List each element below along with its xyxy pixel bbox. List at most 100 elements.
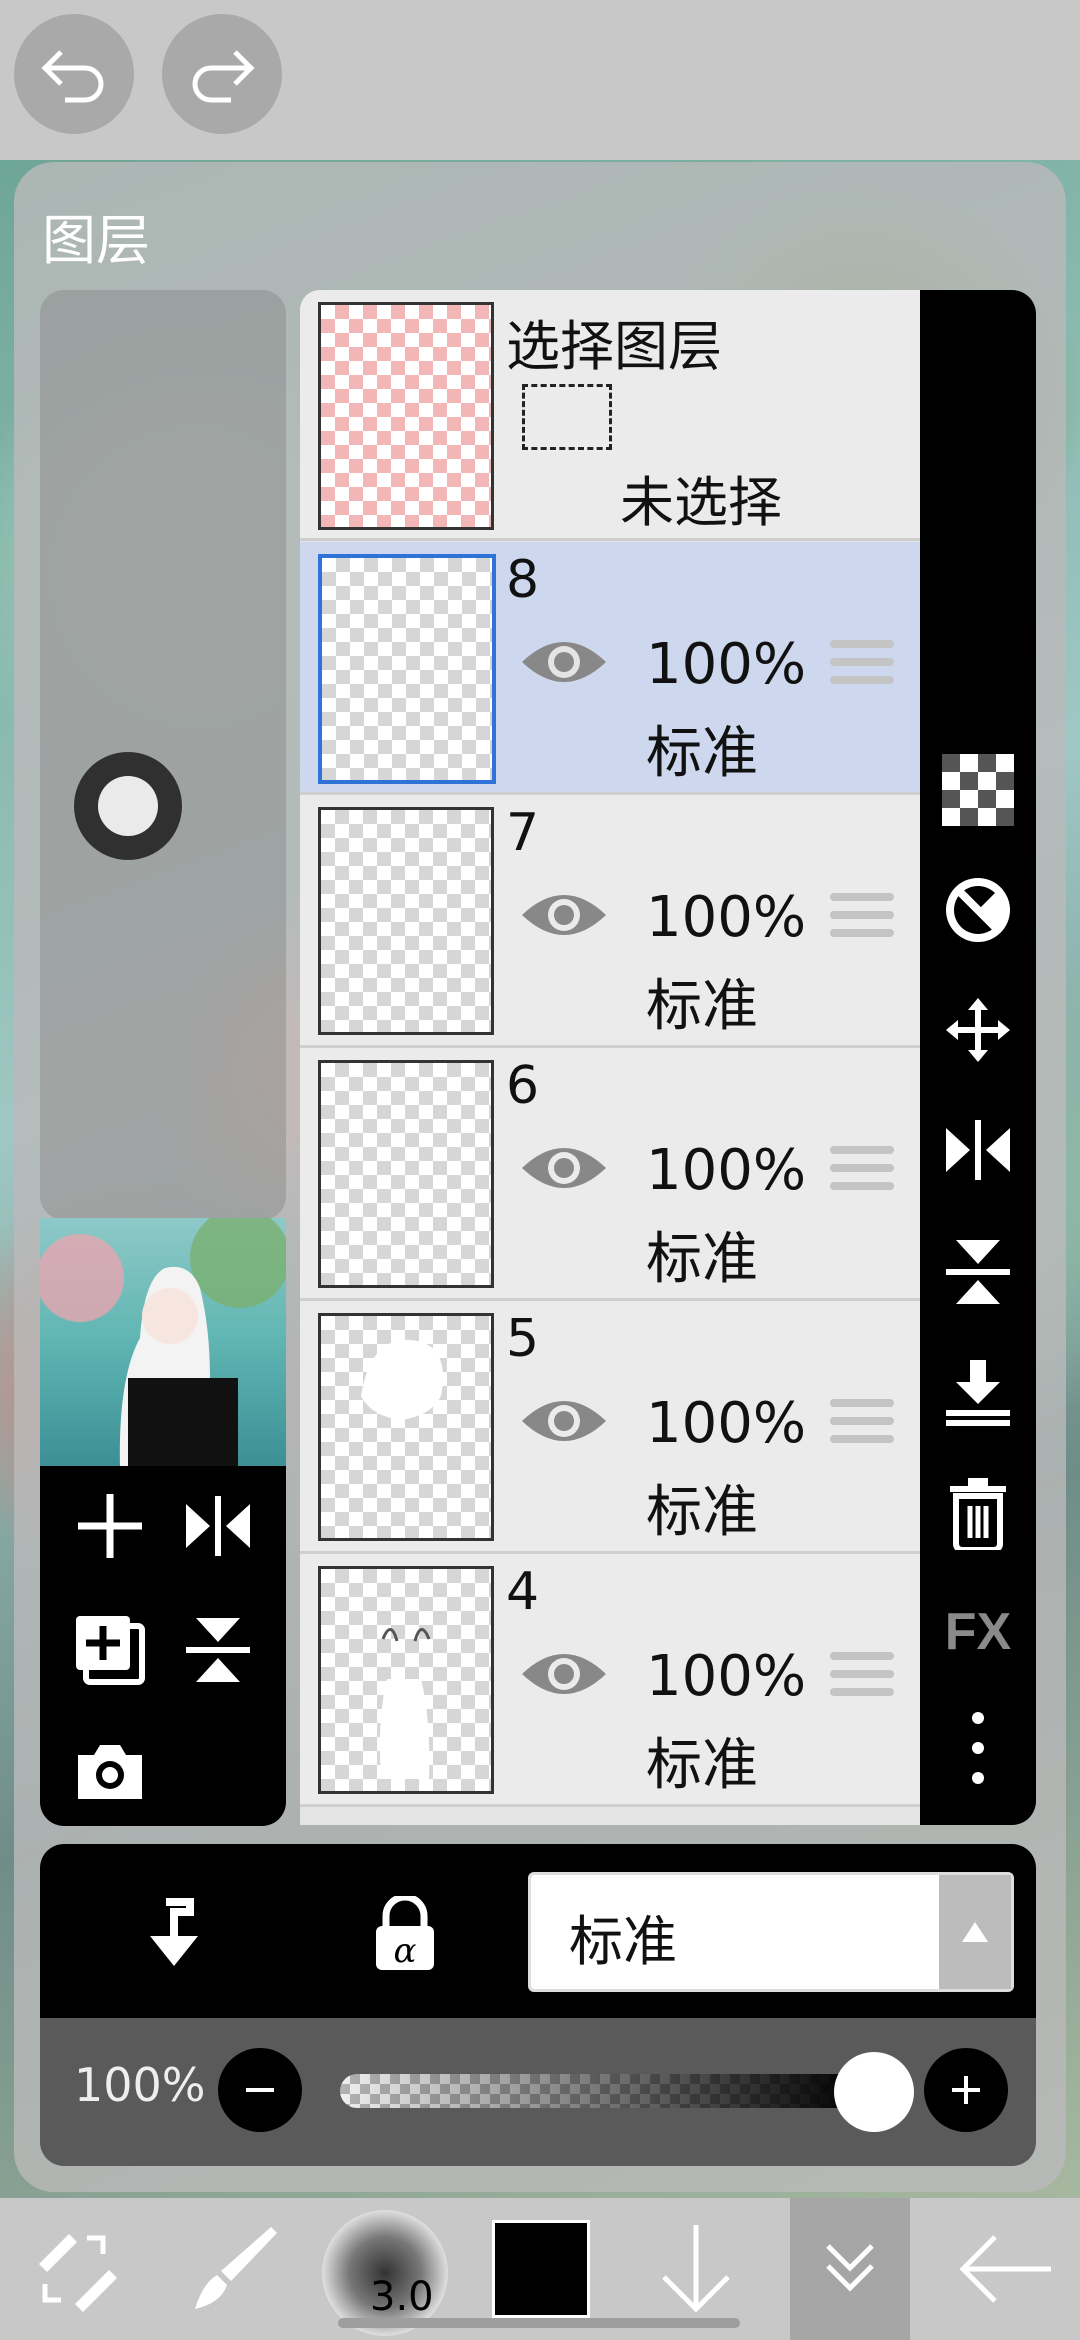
- checker-icon: [942, 754, 1014, 826]
- drag-handle-icon[interactable]: [830, 893, 894, 947]
- triangle-up-icon: [962, 1922, 988, 1942]
- layer-name: 8: [506, 550, 540, 610]
- merge-down-button[interactable]: [940, 1354, 1016, 1430]
- undo-icon: [41, 50, 104, 103]
- layer-thumbnail: [318, 1566, 494, 1794]
- add-layer-icon: [78, 1494, 142, 1558]
- camera-button[interactable]: [60, 1722, 160, 1822]
- left-slider-knob[interactable]: [74, 752, 182, 860]
- layer-name: 7: [506, 803, 540, 863]
- flip-h-button[interactable]: [168, 1476, 268, 1576]
- move-button[interactable]: [940, 992, 1016, 1068]
- layer-blend-mode: 标准: [646, 1227, 758, 1292]
- layer-name: 4: [506, 1562, 540, 1622]
- clip-arrow-icon: [150, 1898, 198, 1966]
- opacity-plus-button[interactable]: [924, 2048, 1008, 2132]
- more-icon: [972, 1712, 984, 1784]
- layer-opacity: 100%: [646, 1138, 807, 1203]
- back-button[interactable]: [950, 2198, 1060, 2340]
- arrow-left-icon: [959, 2235, 1051, 2303]
- opacity-slider-track[interactable]: [340, 2074, 860, 2108]
- selection-layer-title: 选择图层: [506, 315, 722, 378]
- layer-opacity: 100%: [646, 1644, 807, 1709]
- eye-icon[interactable]: [518, 1138, 610, 1198]
- right-tool-rail: FX: [920, 290, 1036, 1825]
- layer-thumbnail: [318, 1060, 494, 1288]
- brush-icon: [195, 2227, 277, 2309]
- layer-list: 选择图层 未选择 8 100% 标准 7 100% 标准 6 100% 标准 5…: [300, 290, 920, 1825]
- blend-mode-select[interactable]: 标准: [528, 1872, 1014, 1992]
- duplicate-layer-button[interactable]: [60, 1600, 160, 1700]
- layer-thumbnail: [318, 554, 496, 784]
- selection-marquee-icon: [522, 384, 612, 450]
- undo-button[interactable]: [14, 14, 134, 134]
- layer-blend-mode: 标准: [646, 1480, 758, 1545]
- pen-eraser-icon: [39, 2234, 117, 2312]
- brush-size-value: 3.0: [370, 2274, 434, 2320]
- alpha-lock-icon: α: [376, 1893, 434, 1971]
- duplicate-icon: [76, 1616, 145, 1685]
- eye-icon[interactable]: [518, 1391, 610, 1451]
- selection-layer-status: 未选择: [620, 471, 782, 534]
- redo-icon: [192, 50, 255, 103]
- flip-h-icon: [186, 1496, 250, 1556]
- eye-icon[interactable]: [518, 885, 610, 945]
- brush-tool-button[interactable]: [176, 2198, 286, 2340]
- delete-layer-button[interactable]: [940, 1476, 1016, 1552]
- redo-button[interactable]: [162, 14, 282, 134]
- home-indicator: [338, 2318, 740, 2328]
- flip-horizontal-button[interactable]: [940, 1112, 1016, 1188]
- layer-row[interactable]: 7 100% 标准: [300, 795, 920, 1048]
- transparency-button[interactable]: [940, 752, 1016, 828]
- blend-dropdown-arrow[interactable]: [939, 1875, 1011, 1989]
- flip-v-icon: [186, 1618, 250, 1682]
- tool-switch-button[interactable]: [24, 2198, 124, 2340]
- opacity-minus-button[interactable]: [218, 2048, 302, 2132]
- top-toolbar: [0, 0, 1080, 160]
- flip-horizontal-icon: [946, 1120, 1010, 1180]
- drag-handle-icon[interactable]: [830, 1652, 894, 1706]
- fx-button[interactable]: FX: [940, 1594, 1016, 1670]
- layer-name: 5: [506, 1309, 540, 1369]
- opacity-value: 100%: [74, 2058, 206, 2112]
- fx-icon: FX: [944, 1603, 1012, 1661]
- drag-handle-icon[interactable]: [830, 1146, 894, 1200]
- eye-icon[interactable]: [518, 632, 610, 692]
- opacity-bar: 100%: [40, 2018, 1036, 2166]
- left-tools: [40, 1466, 286, 1826]
- drag-handle-icon[interactable]: [830, 1399, 894, 1453]
- more-button[interactable]: [940, 1710, 1016, 1786]
- plus-icon: [952, 2076, 980, 2104]
- layer-blend-mode: 标准: [646, 974, 758, 1039]
- layer-name: 6: [506, 1056, 540, 1116]
- panel-title: 图层: [42, 211, 150, 271]
- half-circle-icon: [946, 878, 1010, 942]
- add-layer-button[interactable]: [60, 1476, 160, 1576]
- layer-opacity: 100%: [646, 1391, 807, 1456]
- selection-layer-row[interactable]: 选择图层 未选择: [300, 290, 920, 541]
- blend-mode-value: 标准: [569, 1910, 677, 1973]
- layer-opacity: 100%: [646, 632, 807, 697]
- collapse-panel-button[interactable]: [790, 2198, 910, 2340]
- flip-v-button[interactable]: [168, 1600, 268, 1700]
- left-rail: [40, 290, 286, 1220]
- color-swatch[interactable]: [492, 2220, 590, 2318]
- opacity-slider-knob[interactable]: [834, 2052, 914, 2132]
- canvas-preview-thumbnail[interactable]: [40, 1218, 286, 1466]
- layer-row[interactable]: 5 100% 标准: [300, 1301, 920, 1554]
- drag-handle-icon[interactable]: [830, 640, 894, 694]
- eye-icon[interactable]: [518, 1644, 610, 1704]
- layer-row[interactable]: 8 100% 标准: [300, 542, 920, 795]
- trash-icon: [950, 1478, 1006, 1550]
- chevron-double-down-icon: [826, 2244, 874, 2292]
- layer-row[interactable]: 6 100% 标准: [300, 1048, 920, 1301]
- layer-row[interactable]: 4 100% 标准: [300, 1554, 920, 1807]
- layer-blend-mode: 标准: [646, 721, 758, 786]
- camera-icon: [78, 1745, 142, 1799]
- layer-blend-mode: 标准: [646, 1733, 758, 1798]
- alpha-lock-button[interactable]: α: [370, 1893, 440, 1976]
- clip-layer-button[interactable]: [130, 1896, 200, 1976]
- flip-vertical-button[interactable]: [940, 1234, 1016, 1310]
- clipping-button[interactable]: [940, 872, 1016, 948]
- flip-vertical-icon: [946, 1240, 1010, 1304]
